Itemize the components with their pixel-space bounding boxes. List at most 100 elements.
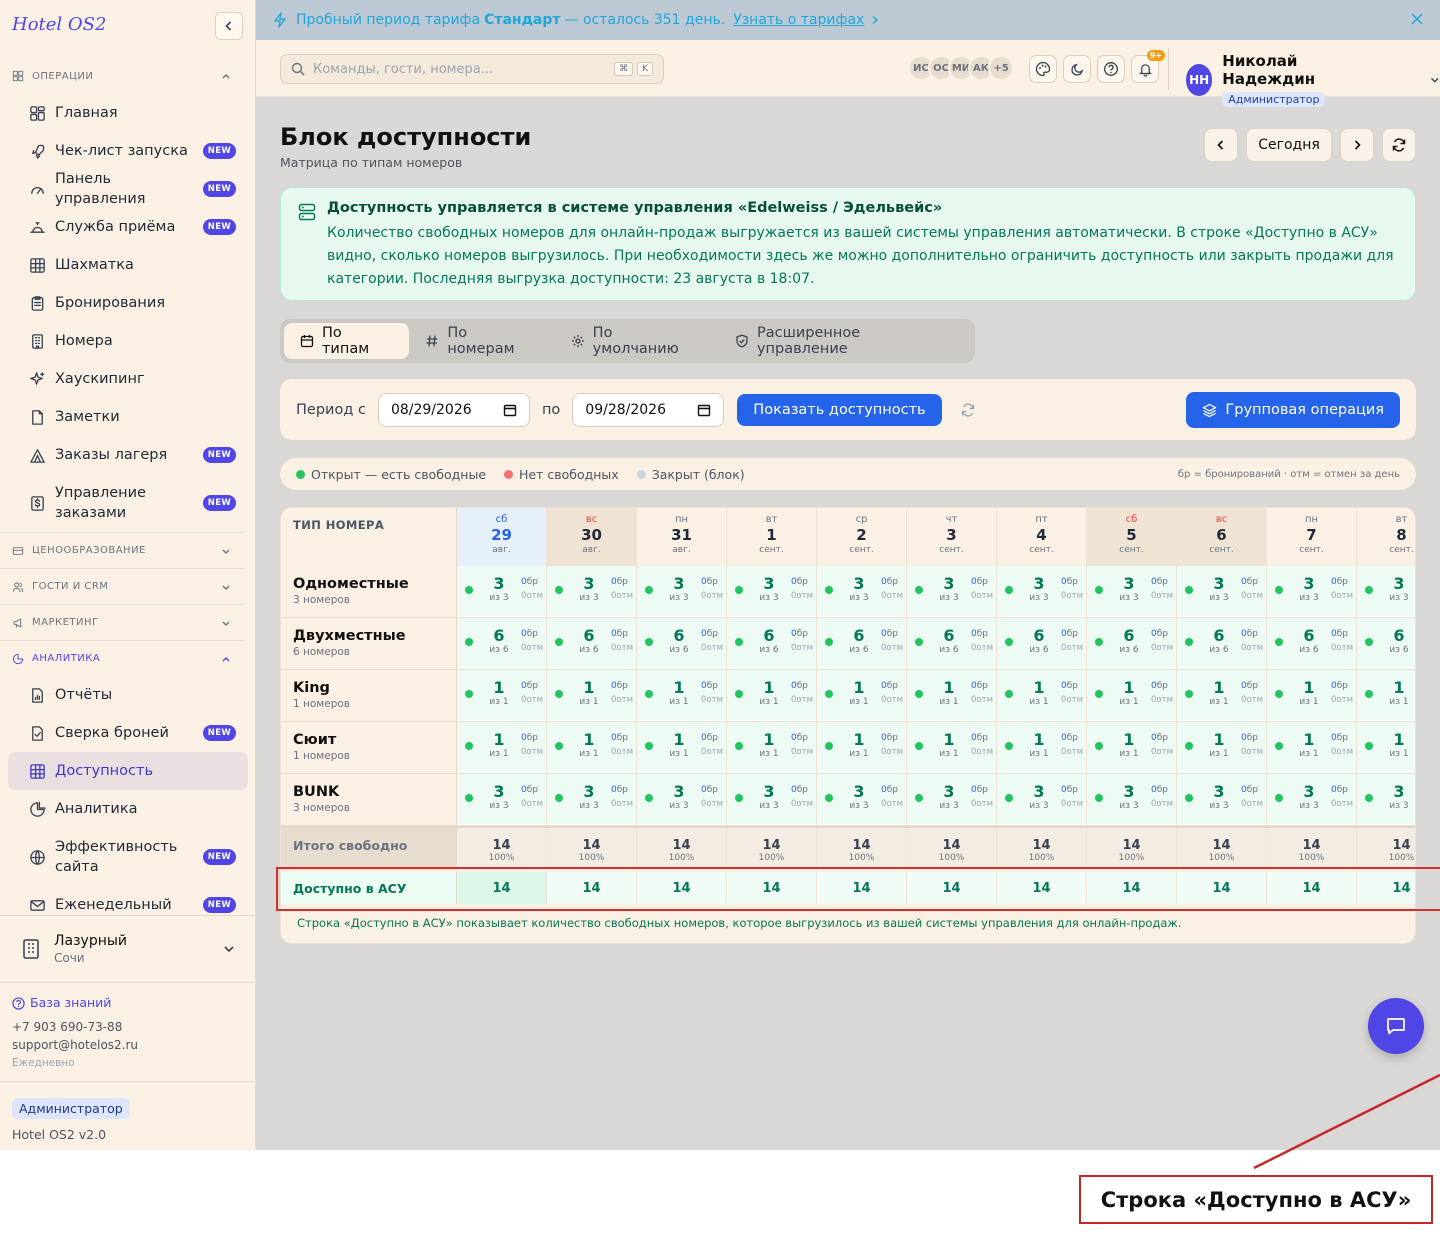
- hotel-switcher[interactable]: Лазурный Сочи: [0, 915, 256, 983]
- palette-button[interactable]: [1029, 55, 1057, 83]
- room-type-cell[interactable]: Сюит 1 номеров: [281, 722, 457, 773]
- group-operation-button[interactable]: Групповая операция: [1186, 392, 1400, 428]
- sidebar-section[interactable]: Гости и CRM: [0, 568, 244, 604]
- sidebar-item[interactable]: Эффективность сайта NEW: [8, 828, 248, 886]
- room-type-cell[interactable]: Одноместные 3 номеров: [281, 566, 457, 617]
- availability-cell[interactable]: 3 из 3 0бр 0отм: [1177, 566, 1267, 617]
- support-phone[interactable]: +7 903 690-73-88: [12, 1018, 138, 1036]
- availability-cell[interactable]: 1 из 1 0бр 0отм: [1087, 722, 1177, 773]
- availability-cell[interactable]: 3 из 3 0бр 0отм: [1357, 774, 1415, 825]
- date-column-header[interactable]: вт 1 сент.: [727, 508, 817, 566]
- sidebar-item[interactable]: Хаускипинг: [8, 360, 248, 398]
- availability-cell[interactable]: 6 из 6 0бр 0отм: [547, 618, 637, 669]
- availability-cell[interactable]: 3 из 3 0бр 0отм: [727, 774, 817, 825]
- date-column-header[interactable]: пт 4 сент.: [997, 508, 1087, 566]
- availability-cell[interactable]: 1 из 1 0бр 0отм: [907, 670, 997, 721]
- availability-cell[interactable]: 3 из 3 0бр 0отм: [1267, 566, 1357, 617]
- tab-by-types[interactable]: По типам: [284, 323, 410, 359]
- availability-cell[interactable]: 1 из 1 0бр 0отм: [997, 670, 1087, 721]
- availability-cell[interactable]: 1 из 1 0бр 0отм: [547, 670, 637, 721]
- availability-cell[interactable]: 3 из 3 0бр 0отм: [1177, 774, 1267, 825]
- date-from-input[interactable]: 08/29/2026: [377, 392, 530, 427]
- availability-cell[interactable]: 6 из 6 0бр 0отм: [637, 618, 727, 669]
- availability-cell[interactable]: 3 из 3 0бр 0отм: [817, 774, 907, 825]
- date-column-header[interactable]: пн 7 сент.: [1267, 508, 1357, 566]
- sidebar-item[interactable]: Заказы лагеря NEW: [8, 436, 248, 474]
- sidebar-item[interactable]: Заметки: [8, 398, 248, 436]
- sidebar-item[interactable]: Панель управления NEW: [8, 170, 248, 208]
- availability-cell[interactable]: 6 из 6 0бр 0отм: [1357, 618, 1415, 669]
- user-avatar-small[interactable]: +5: [988, 55, 1014, 81]
- close-banner-icon[interactable]: [1410, 12, 1424, 26]
- sidebar-item[interactable]: Аналитика: [8, 790, 248, 828]
- availability-cell[interactable]: 1 из 1 0бр 0отм: [907, 722, 997, 773]
- today-button[interactable]: Сегодня: [1246, 128, 1332, 162]
- collapse-sidebar-button[interactable]: [215, 12, 243, 40]
- availability-cell[interactable]: 1 из 1 0бр 0отм: [1267, 670, 1357, 721]
- availability-cell[interactable]: 3 из 3 0бр 0отм: [547, 774, 637, 825]
- date-column-header[interactable]: пн 31 авг.: [637, 508, 727, 566]
- availability-cell[interactable]: 1 из 1 0бр 0отм: [457, 670, 547, 721]
- availability-cell[interactable]: 6 из 6 0бр 0отм: [1267, 618, 1357, 669]
- sidebar-item[interactable]: Еженедельный NEW: [8, 886, 248, 914]
- app-logo[interactable]: Hotel OS2: [12, 14, 106, 35]
- refresh-button[interactable]: [1382, 128, 1416, 162]
- availability-cell[interactable]: 1 из 1 0бр 0отм: [997, 722, 1087, 773]
- availability-cell[interactable]: 6 из 6 0бр 0отм: [457, 618, 547, 669]
- availability-cell[interactable]: 3 из 3 0бр 0отм: [1357, 566, 1415, 617]
- sidebar-section[interactable]: Операции: [0, 58, 244, 94]
- prev-period-button[interactable]: [1204, 128, 1238, 162]
- sidebar-item[interactable]: Номера: [8, 322, 248, 360]
- sidebar-section[interactable]: Маркетинг: [0, 604, 244, 640]
- room-type-cell[interactable]: Двухместные 6 номеров: [281, 618, 457, 669]
- sidebar-item[interactable]: Бронирования: [8, 284, 248, 322]
- availability-cell[interactable]: 1 из 1 0бр 0отм: [817, 670, 907, 721]
- sidebar-item[interactable]: Доступность: [8, 752, 248, 790]
- availability-cell[interactable]: 1 из 1 0бр 0отм: [1357, 722, 1415, 773]
- availability-cell[interactable]: 3 из 3 0бр 0отм: [727, 566, 817, 617]
- availability-cell[interactable]: 3 из 3 0бр 0отм: [907, 774, 997, 825]
- availability-cell[interactable]: 3 из 3 0бр 0отм: [457, 566, 547, 617]
- sidebar-item[interactable]: Управление заказами NEW: [8, 474, 248, 532]
- sidebar-item[interactable]: Чек-лист запуска NEW: [8, 132, 248, 170]
- availability-cell[interactable]: 3 из 3 0бр 0отм: [1087, 774, 1177, 825]
- availability-cell[interactable]: 3 из 3 0бр 0отм: [637, 566, 727, 617]
- date-to-input[interactable]: 09/28/2026: [572, 392, 725, 427]
- availability-cell[interactable]: 1 из 1 0бр 0отм: [547, 722, 637, 773]
- availability-cell[interactable]: 3 из 3 0бр 0отм: [907, 566, 997, 617]
- availability-cell[interactable]: 3 из 3 0бр 0отм: [817, 566, 907, 617]
- notifications-button[interactable]: 9+: [1131, 50, 1165, 83]
- date-column-header[interactable]: вс 6 сент.: [1177, 508, 1267, 566]
- sidebar-section[interactable]: Аналитика: [0, 640, 244, 676]
- tab-advanced[interactable]: Расширенное управление: [719, 323, 971, 359]
- sidebar-item[interactable]: Главная: [8, 94, 248, 132]
- room-type-cell[interactable]: King 1 номеров: [281, 670, 457, 721]
- sidebar-item[interactable]: Шахматка: [8, 246, 248, 284]
- availability-cell[interactable]: 3 из 3 0бр 0отм: [457, 774, 547, 825]
- tab-by-rooms[interactable]: По номерам: [409, 323, 554, 359]
- date-column-header[interactable]: вт 8 сент.: [1357, 508, 1415, 566]
- refresh-icon[interactable]: [960, 402, 976, 418]
- date-column-header[interactable]: ср 2 сент.: [817, 508, 907, 566]
- availability-cell[interactable]: 1 из 1 0бр 0отм: [1087, 670, 1177, 721]
- sidebar-item[interactable]: Служба приёма NEW: [8, 208, 248, 246]
- availability-cell[interactable]: 3 из 3 0бр 0отм: [547, 566, 637, 617]
- search-input[interactable]: Команды, гости, номера...: [313, 62, 493, 77]
- date-column-header[interactable]: сб 29 авг.: [457, 508, 547, 566]
- availability-cell[interactable]: 1 из 1 0бр 0отм: [1177, 722, 1267, 773]
- availability-cell[interactable]: 3 из 3 0бр 0отм: [1087, 566, 1177, 617]
- sidebar-section[interactable]: Ценообразование: [0, 532, 244, 568]
- availability-cell[interactable]: 1 из 1 0бр 0отм: [457, 722, 547, 773]
- online-users[interactable]: ИС ОС МИ АК +5: [908, 55, 1014, 81]
- availability-cell[interactable]: 6 из 6 0бр 0отм: [907, 618, 997, 669]
- availability-cell[interactable]: 6 из 6 0бр 0отм: [727, 618, 817, 669]
- availability-cell[interactable]: 1 из 1 0бр 0отм: [817, 722, 907, 773]
- tariffs-link[interactable]: Узнать о тарифах: [733, 12, 864, 28]
- availability-cell[interactable]: 6 из 6 0бр 0отм: [817, 618, 907, 669]
- availability-cell[interactable]: 1 из 1 0бр 0отм: [727, 722, 817, 773]
- chat-button[interactable]: [1368, 998, 1424, 1054]
- room-type-cell[interactable]: BUNK 3 номеров: [281, 774, 457, 825]
- sidebar-item[interactable]: Сверка броней NEW: [8, 714, 248, 752]
- date-column-header[interactable]: вс 30 авг.: [547, 508, 637, 566]
- availability-cell[interactable]: 6 из 6 0бр 0отм: [1177, 618, 1267, 669]
